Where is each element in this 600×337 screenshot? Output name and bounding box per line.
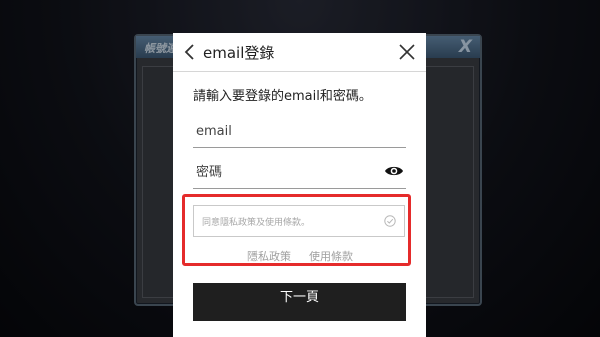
dialog-title: email登錄	[203, 44, 275, 62]
email-login-dialog: email登錄 請輸入要登錄的email和密碼。 同意隱私政策及使用條款。 隱私…	[173, 33, 426, 337]
chevron-left-icon[interactable]	[182, 42, 198, 62]
terms-of-use-link[interactable]: 使用條款	[309, 248, 353, 264]
eye-icon[interactable]	[384, 164, 404, 178]
login-instruction: 請輸入要登錄的email和密碼。	[193, 89, 372, 104]
dialog-header: email登錄	[173, 33, 426, 72]
password-field-wrapper	[193, 158, 406, 189]
password-input[interactable]	[193, 158, 379, 186]
next-page-button[interactable]: 下一頁	[193, 283, 406, 321]
email-field-wrapper	[193, 117, 406, 148]
close-icon[interactable]	[398, 43, 416, 61]
email-input[interactable]	[193, 117, 379, 145]
privacy-policy-link[interactable]: 隱私政策	[247, 248, 291, 264]
agree-terms-label: 同意隱私政策及使用條款。	[202, 218, 311, 228]
agree-terms-checkbox[interactable]: 同意隱私政策及使用條款。	[193, 205, 405, 237]
check-circle-icon	[384, 215, 396, 227]
